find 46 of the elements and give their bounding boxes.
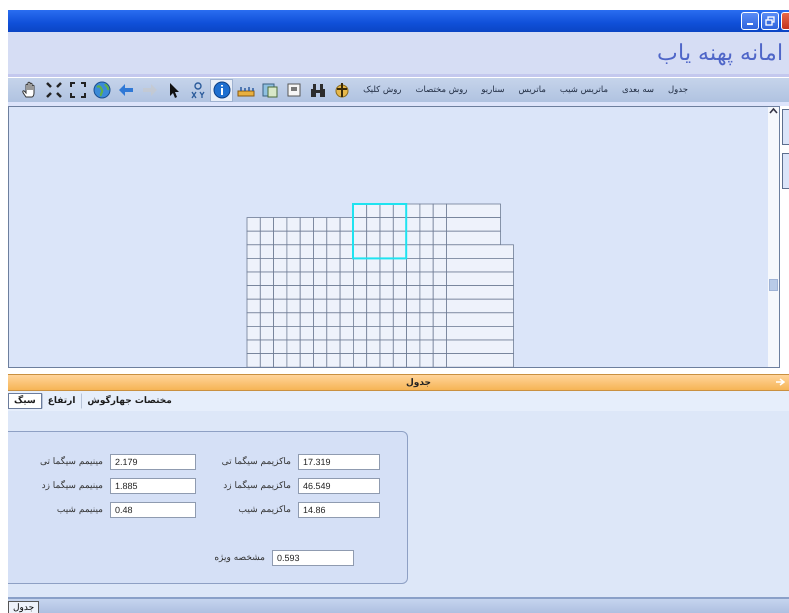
minimize-button[interactable] bbox=[741, 12, 759, 30]
frame-icon bbox=[284, 81, 303, 99]
close-button[interactable] bbox=[781, 12, 789, 30]
tab[interactable]: مختصات جهارگوش bbox=[81, 393, 178, 409]
field-label: مینیمم شیب bbox=[56, 505, 103, 515]
xy-icon bbox=[188, 81, 207, 99]
map-icon bbox=[260, 81, 279, 99]
input-field[interactable]: 14.86 bbox=[298, 502, 380, 518]
shrink-icon bbox=[44, 81, 63, 99]
input-field[interactable]: 0.48 bbox=[110, 502, 196, 518]
globe-icon bbox=[92, 81, 111, 99]
app-logo: امانه پهنه یاب bbox=[657, 40, 784, 66]
selection-outline bbox=[352, 203, 408, 260]
field-label: مینیمم سیگما تی bbox=[38, 457, 103, 467]
dock-tab[interactable] bbox=[782, 109, 789, 145]
menu-item[interactable]: سناریو bbox=[475, 83, 510, 97]
input-field[interactable]: 17.319 bbox=[298, 454, 380, 470]
field-label: مشخصه ویژه bbox=[213, 553, 265, 563]
field-label: ماکزیمم سیگما تی bbox=[220, 457, 291, 467]
tool-button[interactable] bbox=[210, 78, 234, 102]
tab[interactable]: جدول bbox=[8, 601, 40, 613]
tab[interactable]: سیگ bbox=[8, 393, 42, 409]
arrow-left-icon bbox=[118, 84, 133, 96]
menu-item[interactable]: روش کلیک bbox=[357, 83, 408, 97]
field-label: ماکزیمم شیب bbox=[238, 505, 291, 515]
menu-item[interactable]: روش مختصات bbox=[409, 83, 474, 97]
panel-title: جدول bbox=[406, 378, 432, 388]
menu-item[interactable]: سه بعدی bbox=[616, 83, 660, 97]
input-field[interactable]: 2.179 bbox=[110, 454, 196, 470]
info-icon bbox=[212, 81, 231, 99]
restore-icon bbox=[765, 16, 775, 26]
scrollbar-thumb[interactable] bbox=[769, 279, 778, 291]
binoculars-icon bbox=[308, 81, 327, 99]
field-label: مینیمم سیگما زد bbox=[40, 481, 103, 491]
field-label: ماکزیمم سیگما زد bbox=[222, 481, 291, 491]
menu-item[interactable]: ماتریس شیب bbox=[554, 83, 614, 97]
input-field[interactable]: 1.885 bbox=[110, 478, 196, 494]
anchor-icon bbox=[332, 81, 351, 99]
menu-item[interactable]: ماتریس bbox=[512, 83, 552, 97]
menu-item[interactable]: جدول bbox=[662, 83, 694, 97]
expand-icon bbox=[68, 81, 87, 99]
input-field[interactable]: 46.549 bbox=[298, 478, 380, 494]
input-field[interactable]: 0.593 bbox=[272, 550, 354, 566]
minimize-icon bbox=[747, 22, 753, 24]
dock-tab[interactable] bbox=[782, 153, 789, 189]
restore-button[interactable] bbox=[761, 12, 779, 30]
